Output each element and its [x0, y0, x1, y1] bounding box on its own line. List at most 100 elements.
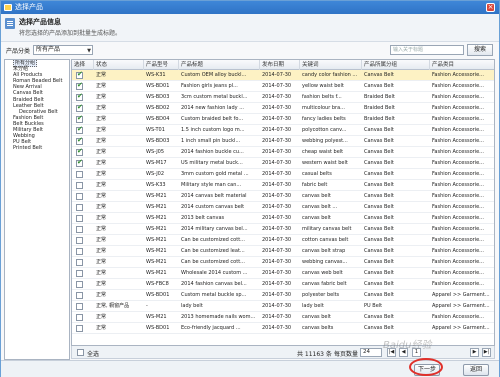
per-page-label: 每页数量 — [334, 351, 359, 358]
table-row[interactable]: 正常 WS-BD01 Eco-friendly jacquard ... 2014-0… — [72, 323, 494, 334]
column-header[interactable]: 关键词 — [300, 60, 362, 70]
table-row[interactable]: 正常 WS-M21 Can be customized cott... 2014-07… — [72, 235, 494, 246]
cell-title: 2014 fashion buckle cu... — [181, 149, 244, 155]
close-icon[interactable]: × — [486, 3, 495, 12]
tree-item-label: Military Belt — [13, 127, 43, 134]
per-page-value: 24 — [363, 349, 370, 355]
table-row[interactable]: 正常 WS-FBC8 2014 fashion canvas bel... 2014-… — [72, 279, 494, 290]
column-header[interactable]: 产品标题 — [179, 60, 260, 70]
cell-category: Fashion Accessorie... — [432, 83, 484, 89]
row-checkbox[interactable] — [76, 215, 83, 222]
table-row[interactable]: 正常 WS-BD01 Fashion girls jeans pl... 2014-0… — [72, 81, 494, 92]
table-row[interactable]: 正常 WS-M21 2013 homemade nails wom... 2014-0… — [72, 312, 494, 323]
row-checkbox[interactable] — [76, 270, 83, 277]
cell-status: 正常 — [96, 72, 107, 78]
table-row[interactable]: 正常, 橱窗产品 - lady belt 2014-07-30 lady belt PU … — [72, 301, 494, 312]
select-all-checkbox[interactable] — [77, 349, 84, 356]
row-checkbox[interactable] — [76, 281, 83, 288]
cell-status: 正常 — [96, 94, 107, 100]
column-header[interactable]: 发布日期 — [260, 60, 300, 70]
table-row[interactable]: 正常 WS-BD04 Custom braided belt fo... 2014-0… — [72, 114, 494, 125]
column-header[interactable]: 状态 — [94, 60, 144, 70]
table-row[interactable]: 正常 WS-M21 Can be customized cott... 2014-07… — [72, 257, 494, 268]
row-checkbox[interactable] — [76, 103, 83, 112]
column-header[interactable]: 产品型号 — [144, 60, 179, 70]
table-row[interactable]: 正常 WS-K33 Military style man can... 2014-07… — [72, 180, 494, 191]
row-checkbox[interactable] — [76, 259, 83, 266]
row-checkbox[interactable] — [76, 171, 83, 178]
cell-date: 2014-07-30 — [262, 127, 292, 133]
column-header[interactable]: 选择 — [72, 60, 94, 70]
row-checkbox[interactable] — [76, 92, 83, 101]
next-page-icon[interactable]: ▶ — [470, 348, 479, 357]
cell-title: lady belt — [181, 303, 203, 309]
cell-model: WS-K33 — [146, 182, 166, 188]
row-checkbox[interactable] — [76, 136, 83, 145]
table-row[interactable]: 正常 WS-T01 1.5 inch custom logo m... 2014-07… — [72, 125, 494, 136]
table-row[interactable]: 正常 WS-M21 2014 custom canvas belt 2014-07-3… — [72, 202, 494, 213]
cell-title: 2014 custom canvas belt — [181, 204, 245, 210]
table-row[interactable]: 正常 WS-BD03 3cm custom metal buckl... 2014-0… — [72, 92, 494, 103]
cell-title: 2014 canvas belt material — [181, 193, 247, 199]
tree-item[interactable]: Printed Belt — [5, 145, 69, 151]
cell-date: 2014-07-30 — [262, 314, 292, 320]
cell-model: WS-BD02 — [146, 105, 170, 111]
cell-title: 3cm custom metal buckl... — [181, 94, 248, 100]
row-checkbox[interactable] — [76, 182, 83, 189]
tree-item-label: Belt Buckles — [13, 120, 44, 127]
cell-group: Canvas Belt — [364, 314, 394, 320]
row-checkbox[interactable] — [76, 125, 83, 134]
column-header[interactable]: 产品所属分组 — [362, 60, 430, 70]
row-checkbox[interactable] — [76, 248, 83, 255]
row-checkbox[interactable] — [76, 193, 83, 200]
cell-date: 2014-07-30 — [262, 204, 292, 210]
row-checkbox[interactable] — [76, 81, 83, 90]
cell-keyword: multicolour bra... — [302, 105, 345, 111]
cell-status: 正常 — [96, 149, 107, 155]
highlight-circle — [409, 358, 443, 376]
search-input[interactable]: 输入关于标题 — [390, 45, 464, 55]
table-row[interactable]: 正常 WS-M17 US military metal buck... 2014-07… — [72, 158, 494, 169]
table-row[interactable]: 正常 WS-J02 3mm custom gold metal ... 2014-07… — [72, 169, 494, 180]
cell-keyword: polycotton canv... — [302, 127, 347, 133]
row-checkbox[interactable] — [76, 226, 83, 233]
table-row[interactable]: 正常 WS-M21 2014 military canvas bel... 2014-… — [72, 224, 494, 235]
table-row[interactable]: 正常 WS-M21 2014 canvas belt material 2014-07… — [72, 191, 494, 202]
search-button[interactable]: 搜索 — [467, 44, 493, 56]
cell-group: Canvas Belt — [364, 160, 394, 166]
table-row[interactable]: 正常 WS-J05 2014 fashion buckle cu... 2014-07… — [72, 147, 494, 158]
cell-status: 正常 — [96, 248, 107, 254]
row-checkbox[interactable] — [76, 114, 83, 123]
row-checkbox[interactable] — [76, 325, 83, 332]
cell-category: Fashion Accessorie... — [432, 259, 484, 265]
watermark: Baidu经验 — [383, 340, 432, 351]
column-header[interactable]: 产品类目 — [430, 60, 494, 70]
row-checkbox[interactable] — [76, 70, 83, 79]
row-checkbox[interactable] — [76, 314, 83, 321]
group-tree[interactable]: 所有分组 未分组 All Products Roman Beaded Belt New … — [4, 59, 70, 360]
row-checkbox[interactable] — [76, 204, 83, 211]
back-button[interactable]: 返回 — [463, 364, 489, 376]
cell-title: Can be customized cott... — [181, 259, 245, 265]
per-page-select[interactable]: 24 — [360, 348, 382, 357]
cell-group: Canvas Belt — [364, 127, 394, 133]
table-row[interactable]: 正常 WS-BD03 1 inch small pin buckl... 2014-0… — [72, 136, 494, 147]
category-select[interactable]: 所有产品 ▼ — [33, 45, 93, 55]
table-row[interactable]: 正常 WS-K31 Custom OEM alloy buckl... 2014-07… — [72, 70, 494, 81]
row-checkbox[interactable] — [76, 292, 83, 299]
table-row[interactable]: 正常 WS-M21 Wholesale 2014 custom ... 2014-07… — [72, 268, 494, 279]
cell-status: 正常 — [96, 259, 107, 265]
table-row[interactable]: 正常 WS-M21 2013 belt canvas 2014-07-30 canvas… — [72, 213, 494, 224]
select-products-dialog: 选择产品 × 选择产品信息 将您选择的产品添加到批量生成标题。 产品分类 所有产… — [0, 0, 500, 377]
table-row[interactable]: 正常 WS-M21 Can be customized leat... 2014-07… — [72, 246, 494, 257]
row-checkbox[interactable] — [76, 158, 83, 167]
cell-category: Fashion Accessorie... — [432, 116, 484, 122]
cell-status: 正常 — [96, 116, 107, 122]
table-row[interactable]: 正常 WS-BD02 2014 new fashion lady ... 2014-0… — [72, 103, 494, 114]
table-row[interactable]: 正常 WS-BD01 Custom metal buckle sp... 2014-0… — [72, 290, 494, 301]
row-checkbox[interactable] — [76, 237, 83, 244]
row-checkbox[interactable] — [76, 303, 83, 310]
row-checkbox[interactable] — [76, 147, 83, 156]
last-page-icon[interactable]: ▶| — [482, 348, 491, 357]
tree-item-label: PU Belt — [13, 139, 32, 146]
